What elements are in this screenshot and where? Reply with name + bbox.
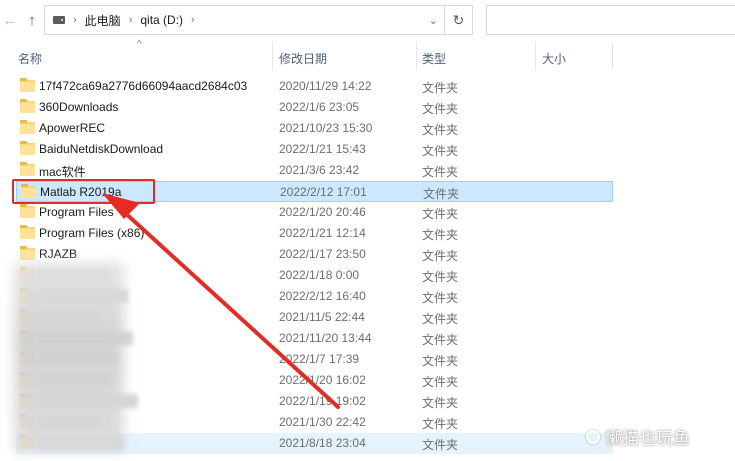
watermark-logo-icon [586,429,600,444]
watermark-text: 懒猫也玩鱼 [605,429,690,448]
annotation-arrow-icon [102,193,340,409]
watermark: 懒猫也玩鱼 [586,424,690,449]
